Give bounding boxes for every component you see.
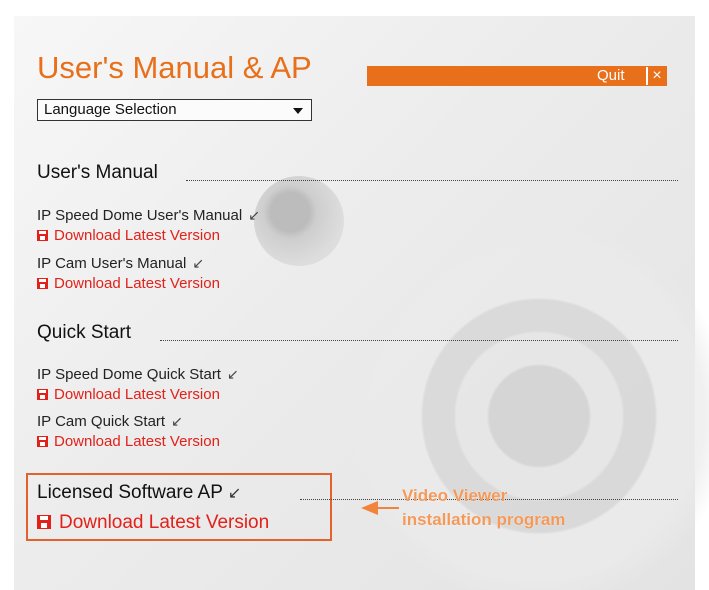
download-link-ipcam-quickstart[interactable]: Download Latest Version: [37, 433, 220, 450]
section-heading-licensed[interactable]: Licensed Software AP ↙: [37, 482, 241, 504]
doc-label: IP Speed Dome Quick Start: [37, 366, 221, 383]
download-link-speed-dome-manual[interactable]: Download Latest Version: [37, 227, 220, 244]
arrow-down-left-icon: ↙: [227, 485, 242, 502]
doc-item-ipcam-manual[interactable]: IP Cam User's Manual ↙: [37, 255, 204, 272]
download-link-speed-dome-quickstart[interactable]: Download Latest Version: [37, 386, 220, 403]
section-heading-manual: User's Manual: [37, 162, 158, 183]
callout-annotation: Video Viewer installation program: [402, 484, 565, 532]
doc-item-speed-dome-manual[interactable]: IP Speed Dome User's Manual ↙: [37, 207, 260, 224]
download-link-label: Download Latest Version: [59, 512, 270, 533]
quit-button[interactable]: Quit: [597, 66, 625, 86]
download-link-ipcam-manual[interactable]: Download Latest Version: [37, 275, 220, 292]
arrow-down-left-icon: ↙: [192, 255, 205, 271]
arrow-down-left-icon: ↙: [248, 207, 260, 223]
section-divider: [160, 340, 678, 341]
download-link-label: Download Latest Version: [54, 227, 220, 244]
callout-line-1: Video Viewer: [402, 486, 508, 505]
camera-lens-graphic: [344, 221, 709, 590]
section-divider: [186, 180, 678, 181]
download-link-label: Download Latest Version: [54, 275, 220, 292]
floppy-disk-icon: [37, 278, 48, 289]
page-title: User's Manual & AP: [37, 50, 312, 85]
arrow-down-left-icon: ↙: [226, 366, 239, 382]
chevron-down-icon: [293, 108, 303, 114]
close-icon[interactable]: ×: [646, 67, 666, 85]
floppy-disk-icon: [37, 436, 48, 447]
floppy-disk-icon: [37, 515, 51, 529]
licensed-heading-label: Licensed Software AP: [37, 482, 223, 503]
camera-lens-center: [254, 176, 344, 266]
arrow-down-left-icon: ↙: [171, 413, 183, 429]
callout-arrow-icon: [361, 501, 378, 515]
download-link-label: Download Latest Version: [54, 433, 220, 450]
doc-item-ipcam-quickstart[interactable]: IP Cam Quick Start ↙: [37, 413, 183, 430]
download-link-licensed-software[interactable]: Download Latest Version: [37, 512, 269, 534]
doc-label: IP Cam Quick Start: [37, 413, 166, 430]
floppy-disk-icon: [37, 389, 48, 400]
floppy-disk-icon: [37, 230, 48, 241]
app-window: User's Manual & AP Quit × Language Selec…: [0, 0, 709, 590]
language-select[interactable]: Language Selection: [37, 99, 312, 121]
doc-label: IP Speed Dome User's Manual: [37, 207, 243, 224]
section-heading-quickstart: Quick Start: [37, 322, 131, 343]
language-select-value: Language Selection: [44, 101, 177, 118]
doc-item-speed-dome-quickstart[interactable]: IP Speed Dome Quick Start ↙: [37, 366, 239, 383]
download-link-label: Download Latest Version: [54, 386, 220, 403]
doc-label: IP Cam User's Manual: [37, 255, 187, 272]
callout-arrow-line: [377, 507, 399, 509]
callout-line-2: installation program: [402, 510, 566, 529]
